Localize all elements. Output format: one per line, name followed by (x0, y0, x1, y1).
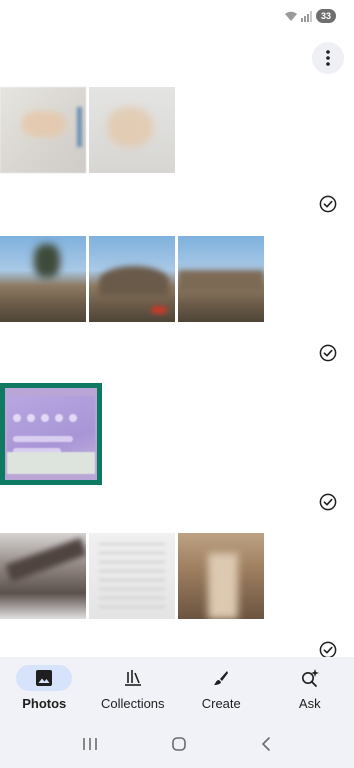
nav-photos[interactable]: Photos (0, 657, 89, 719)
outdoor-photo[interactable] (0, 236, 86, 322)
home-icon[interactable] (171, 736, 187, 752)
status-bar: 33 (0, 0, 354, 34)
bottom-navigation: Photos Collections Create Ask (0, 657, 354, 719)
photo-group-4 (0, 533, 264, 619)
back-icon[interactable] (260, 736, 272, 752)
nav-collections-indicator (105, 665, 161, 691)
check-circle-icon[interactable] (319, 493, 337, 511)
nav-photos-label: Photos (22, 696, 67, 711)
nav-create-indicator (193, 665, 249, 691)
sparkle-search-icon (301, 669, 319, 687)
nav-ask[interactable]: Ask (266, 657, 354, 719)
collections-icon (124, 670, 141, 686)
outdoor-photo[interactable] (178, 236, 264, 322)
nav-create-label: Create (201, 696, 241, 711)
nav-ask-indicator (282, 665, 338, 691)
street-photo[interactable] (178, 533, 264, 619)
building-photo[interactable] (0, 533, 86, 619)
nav-collections-label: Collections (100, 696, 165, 711)
status-icons: 33 (284, 9, 336, 23)
check-circle-icon[interactable] (319, 344, 337, 362)
document-photo[interactable] (89, 533, 175, 619)
battery-icon: 33 (316, 9, 336, 23)
signal-icon (301, 10, 312, 22)
photo-icon (36, 670, 53, 686)
recents-icon[interactable] (82, 737, 98, 751)
photo-group-1 (0, 87, 175, 173)
more-vert-icon (326, 50, 330, 66)
brush-icon (214, 671, 229, 685)
screenshot-photo[interactable] (0, 383, 102, 485)
nav-create[interactable]: Create (177, 657, 266, 719)
nav-photos-indicator (16, 665, 73, 691)
photos-screen: 33 Photos Collections Create Ask (0, 0, 354, 768)
check-circle-icon[interactable] (319, 195, 337, 213)
outdoor-photo[interactable] (89, 236, 175, 322)
screenshot-preview (7, 396, 95, 474)
wifi-icon (285, 11, 297, 21)
more-options-button[interactable] (312, 42, 344, 74)
photo-group-2 (0, 236, 264, 322)
nav-collections[interactable]: Collections (89, 657, 178, 719)
document-photo[interactable] (89, 87, 175, 173)
nav-ask-label: Ask (298, 696, 321, 711)
document-photo[interactable] (0, 87, 86, 173)
system-navigation-bar (0, 719, 354, 768)
